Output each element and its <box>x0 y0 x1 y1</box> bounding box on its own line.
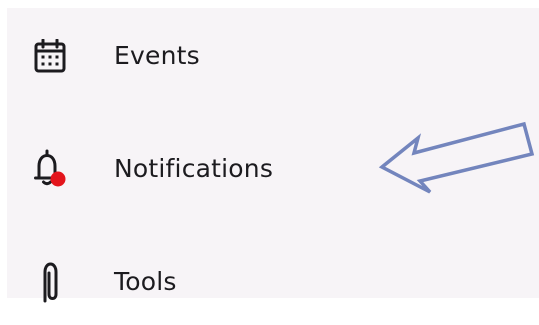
bell-icon <box>33 147 67 191</box>
left-arrow-icon <box>378 121 535 194</box>
calendar-icon <box>33 34 67 78</box>
nav-item-tools[interactable]: Tools <box>7 239 539 325</box>
paperclip-icon <box>33 260 67 304</box>
nav-item-events[interactable]: Events <box>7 13 539 99</box>
nav-item-label-tools: Tools <box>114 266 177 296</box>
nav-item-label-events: Events <box>114 40 200 70</box>
notification-badge <box>50 171 66 187</box>
nav-item-label-notifications: Notifications <box>114 153 274 183</box>
